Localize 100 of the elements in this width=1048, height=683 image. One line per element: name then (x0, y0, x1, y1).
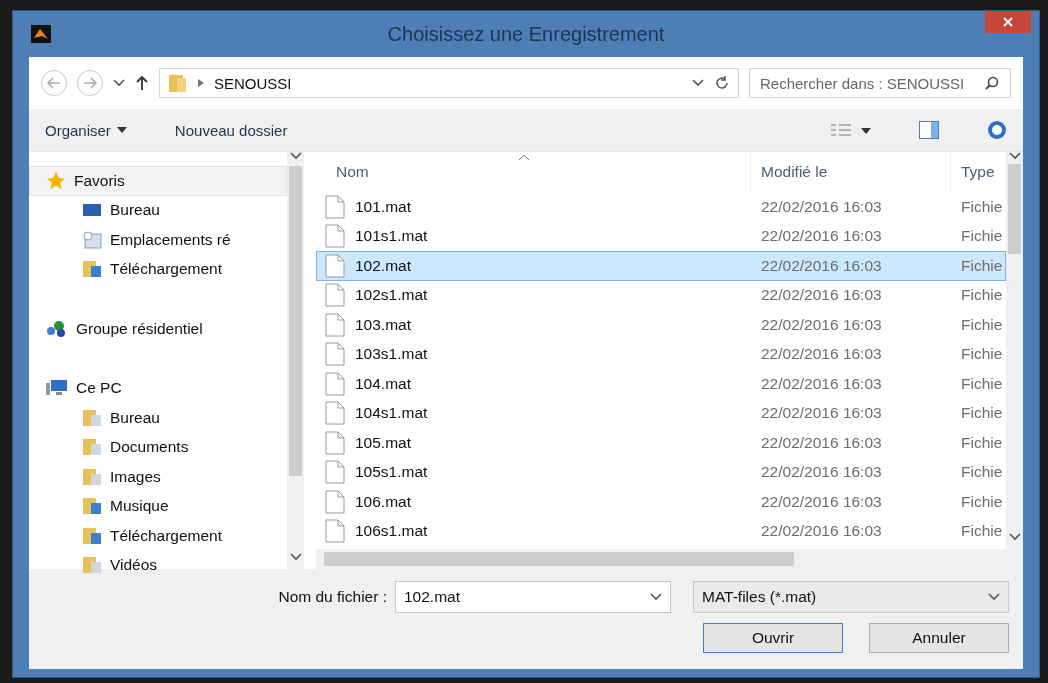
file-type: Fichie (961, 404, 1003, 422)
monitor-icon (82, 202, 102, 219)
file-name: 103s1.mat (355, 345, 428, 364)
preview-pane-icon[interactable] (919, 121, 939, 139)
star-icon (46, 170, 66, 191)
caret-icon (988, 593, 1000, 601)
column-header[interactable]: Nom (316, 152, 750, 192)
scrollbar-thumb[interactable] (289, 166, 302, 476)
folder-icon (82, 526, 102, 545)
refresh-icon[interactable] (714, 75, 730, 91)
file-row[interactable]: 104.mat 22/02/2016 16:03 Fichie (316, 369, 1006, 399)
modified-date: 22/02/2016 16:03 (761, 345, 882, 363)
file-type: Fichie (961, 286, 1003, 304)
filename-field[interactable]: 102.mat (395, 581, 671, 613)
file-icon (325, 283, 345, 308)
file-type-dropdown[interactable]: MAT-files (*.mat) (693, 581, 1009, 613)
sidebar-item[interactable]: Vidéos (29, 550, 287, 580)
file-row[interactable]: 104s1.mat 22/02/2016 16:03 Fichie (316, 398, 1006, 428)
computer-icon (46, 379, 68, 398)
modified-date: 22/02/2016 16:03 (761, 286, 882, 304)
view-options-icon[interactable] (831, 123, 871, 137)
caret-icon (116, 127, 127, 133)
folder-icon (82, 408, 102, 427)
folder-icon (82, 556, 102, 575)
modified-date: 22/02/2016 16:03 (761, 492, 882, 510)
caret-icon (650, 593, 662, 601)
dropdown-caret-icon (692, 79, 704, 87)
file-icon (325, 371, 345, 396)
cancel-button[interactable]: Annuler (869, 623, 1009, 653)
file-row[interactable]: 103.mat 22/02/2016 16:03 Fichie (316, 310, 1006, 340)
file-row[interactable]: 106.mat 22/02/2016 16:03 Fichie (316, 487, 1006, 517)
file-name: 104s1.mat (355, 404, 428, 423)
folder-icon (82, 467, 102, 486)
modified-date: 22/02/2016 16:03 (761, 374, 882, 392)
file-row[interactable]: 105.mat 22/02/2016 16:03 Fichie (316, 428, 1006, 458)
modified-date: 22/02/2016 16:03 (761, 256, 882, 274)
sidebar-scrollbar[interactable] (287, 152, 304, 569)
scrollbar-thumb[interactable] (324, 552, 794, 566)
network-balls-icon (46, 319, 68, 338)
close-icon (1003, 17, 1013, 27)
modified-date: 22/02/2016 16:03 (761, 197, 882, 215)
breadcrumb-arrow-icon (198, 79, 204, 87)
file-row[interactable]: 103s1.mat 22/02/2016 16:03 Fichie (316, 339, 1006, 369)
sidebar-item[interactable]: Bureau (29, 403, 287, 433)
file-icon (325, 194, 345, 219)
sidebar-item[interactable]: Favoris (29, 166, 287, 196)
folder-icon (82, 497, 102, 516)
sidebar-item[interactable]: Documents (29, 432, 287, 462)
file-type: Fichie (961, 315, 1003, 333)
file-icon (325, 224, 345, 249)
sidebar-item[interactable]: Bureau (29, 195, 287, 225)
sidebar-item[interactable]: Emplacements ré (29, 225, 287, 255)
close-button[interactable] (985, 11, 1031, 33)
modified-date: 22/02/2016 16:03 (761, 522, 882, 540)
app-logo-icon (31, 25, 51, 43)
sidebar-item[interactable]: Téléchargement (29, 254, 287, 284)
search-field[interactable]: Rechercher dans : SENOUSSI (749, 68, 1011, 98)
file-row[interactable]: 102s1.mat 22/02/2016 16:03 Fichie (316, 280, 1006, 310)
file-icon (325, 342, 345, 367)
sidebar-item[interactable]: Musique (29, 491, 287, 521)
file-type: Fichie (961, 256, 1003, 274)
file-icon (325, 460, 345, 485)
file-row[interactable]: 102.mat 22/02/2016 16:03 Fichie (316, 251, 1006, 281)
file-name: 105s1.mat (355, 463, 428, 482)
sidebar-item[interactable]: Images (29, 462, 287, 492)
file-row[interactable]: 105s1.mat 22/02/2016 16:03 Fichie (316, 457, 1006, 487)
forward-button[interactable] (77, 70, 103, 96)
scroll-down-icon (289, 553, 302, 561)
file-row[interactable]: 101.mat 22/02/2016 16:03 Fichie (316, 192, 1006, 222)
file-type: Fichie (961, 433, 1003, 451)
file-name: 102s1.mat (355, 286, 428, 305)
file-row[interactable]: 106s1.mat 22/02/2016 16:03 Fichie (316, 516, 1006, 546)
back-button[interactable] (41, 70, 67, 96)
file-row[interactable]: 101s1.mat 22/02/2016 16:03 Fichie (316, 221, 1006, 251)
folder-icon (168, 73, 188, 93)
column-header[interactable]: Modifié le (750, 152, 950, 192)
file-icon (325, 312, 345, 337)
modified-date: 22/02/2016 16:03 (761, 315, 882, 333)
file-name: 103.mat (355, 315, 411, 334)
up-arrow-icon[interactable] (135, 75, 149, 91)
help-icon[interactable] (987, 120, 1007, 140)
sidebar-item[interactable]: Ce PC (29, 373, 287, 403)
sidebar-item[interactable]: Téléchargement (29, 521, 287, 551)
horizontal-scrollbar[interactable] (316, 549, 1006, 569)
search-icon (985, 76, 999, 90)
file-type: Fichie (961, 345, 1003, 363)
modified-date: 22/02/2016 16:03 (761, 463, 882, 481)
file-icon (325, 401, 345, 426)
open-button[interactable]: Ouvrir (703, 623, 843, 653)
new-folder-button[interactable]: Nouveau dossier (174, 121, 288, 139)
file-name: 104.mat (355, 374, 411, 393)
list-scrollbar[interactable] (1006, 152, 1023, 569)
organize-menu[interactable]: Organiser (45, 121, 127, 139)
history-caret-icon (113, 79, 125, 87)
address-bar[interactable]: SENOUSSI (159, 68, 739, 98)
modified-date: 22/02/2016 16:03 (761, 227, 882, 245)
folder-icon (82, 260, 102, 279)
scrollbar-thumb[interactable] (1008, 164, 1021, 254)
filename-label: Nom du fichier : (278, 588, 387, 606)
sidebar-item[interactable]: Groupe résidentiel (29, 314, 287, 344)
